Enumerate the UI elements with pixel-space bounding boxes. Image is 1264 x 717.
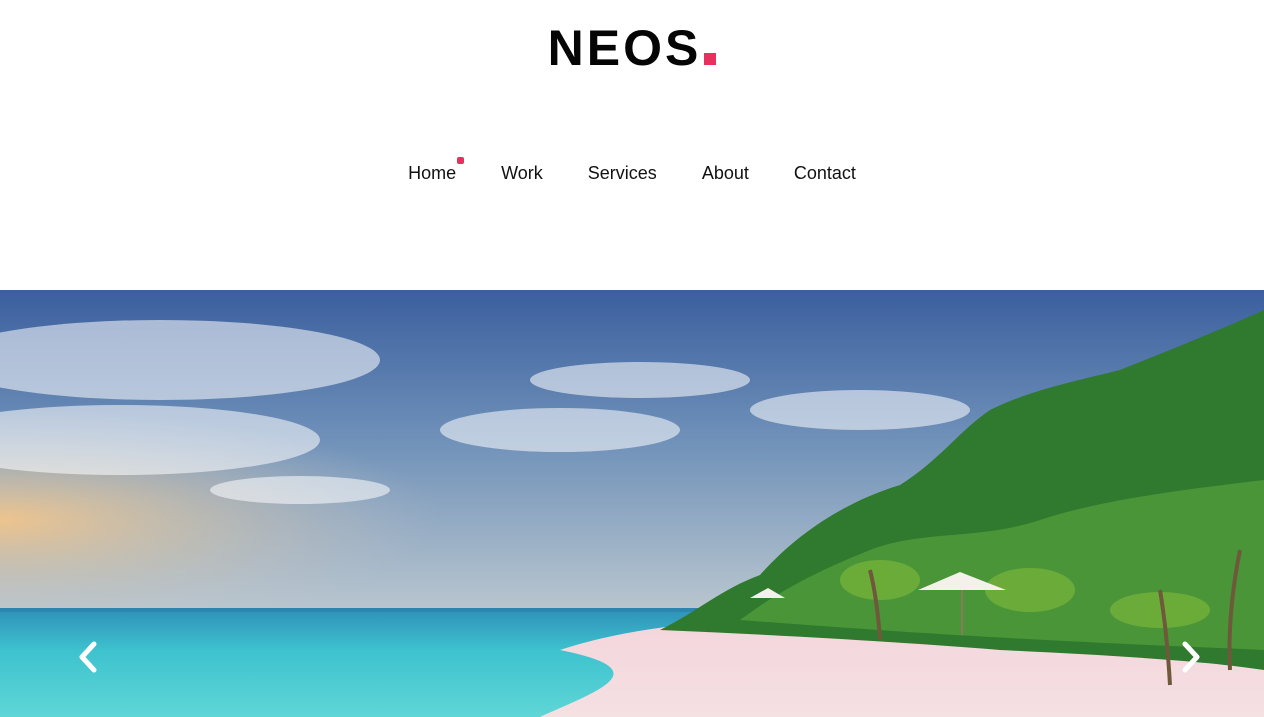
main-nav: Home Work Services About Contact — [0, 157, 1264, 186]
slider-next-button[interactable] — [1173, 635, 1209, 679]
slider-prev-button[interactable] — [70, 635, 106, 679]
nav-item-about[interactable]: About — [702, 160, 749, 186]
nav-item-contact[interactable]: Contact — [794, 160, 856, 186]
nav-item-label: Home — [408, 163, 457, 183]
site-logo[interactable]: NEOS — [0, 18, 1264, 78]
chevron-right-icon — [1182, 641, 1200, 673]
hero-slider — [0, 290, 1264, 717]
logo-accent-square — [704, 53, 717, 65]
chevron-left-icon — [79, 641, 97, 673]
nav-item-label: About — [701, 163, 749, 183]
logo-text: NEOS — [547, 20, 702, 76]
site-header: NEOS Home Work Services About Contact — [0, 0, 1264, 290]
nav-item-label: Work — [501, 163, 543, 183]
nav-item-label: Services — [587, 163, 657, 183]
nav-item-work[interactable]: Work — [501, 160, 543, 186]
nav-item-label: Contact — [793, 163, 856, 183]
hero-beach-image — [0, 290, 1264, 717]
nav-item-home[interactable]: Home — [408, 157, 465, 186]
active-indicator-dot — [457, 157, 465, 164]
nav-item-services[interactable]: Services — [588, 160, 657, 186]
